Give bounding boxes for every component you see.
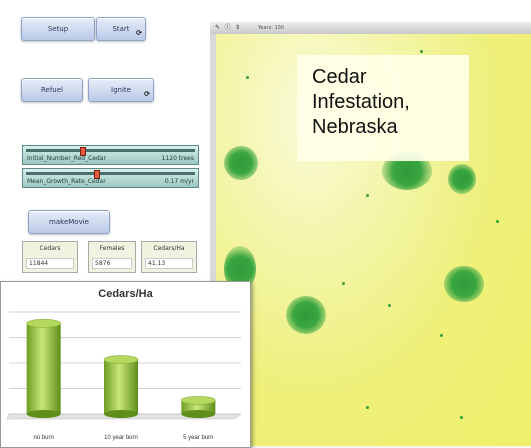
monitor-label: Cedars — [39, 245, 61, 252]
slider-track[interactable] — [26, 172, 195, 175]
monitor-label: Cedars/Ha — [153, 245, 185, 252]
ignite-label: Ignite — [111, 86, 131, 94]
monitor-value: 11844 — [26, 258, 74, 269]
bar-top — [103, 355, 139, 364]
slider-value: 1120 trees — [161, 155, 194, 162]
cedar-seedling — [420, 50, 423, 53]
bar-base — [104, 410, 138, 418]
females-monitor: Females 5876 — [88, 241, 136, 273]
cedar-cluster — [448, 164, 476, 194]
cedar-cluster — [444, 266, 484, 302]
brush-icon[interactable]: ✎ — [214, 24, 221, 31]
bar-base — [181, 410, 216, 418]
arrows-icon[interactable]: ⇕ — [234, 24, 241, 31]
setup-label: Setup — [47, 25, 69, 33]
cedars-per-ha-chart: Cedars/Ha no burn 10 year burn 5 year burn — [0, 281, 251, 448]
slider-label: Initial_Number_Red_Cedar — [27, 155, 106, 162]
start-label: Start — [112, 25, 130, 33]
makemovie-label: makeMovie — [49, 218, 89, 226]
makemovie-button[interactable]: makeMovie — [28, 210, 110, 234]
ignite-button[interactable]: Ignite ⟳ — [88, 78, 154, 102]
initial-number-red-cedar-slider[interactable]: Initial_Number_Red_Cedar 1120 trees — [22, 145, 199, 165]
bar-top — [26, 319, 61, 328]
cedar-cluster — [224, 146, 258, 180]
ticks-counter: Years: 100 — [258, 25, 285, 31]
cedar-cluster — [286, 296, 326, 334]
x-tick-label: 10 year burn — [104, 435, 138, 441]
world-toolbar: ✎ ⓘ ⇕ Years: 100 — [210, 22, 531, 34]
cedars-per-ha-monitor: Cedars/Ha 41.13 — [141, 241, 197, 273]
cedar-seedling — [496, 220, 499, 223]
slider-value: 0.17 m/yr — [164, 178, 194, 185]
setup-button[interactable]: Setup — [21, 17, 95, 41]
slider-label: Mean_Growth_Rate_Cedar — [27, 178, 106, 185]
refuel-button[interactable]: Refuel — [21, 78, 83, 102]
x-tick-label: 5 year burn — [183, 435, 213, 441]
refuel-label: Refuel — [40, 86, 63, 94]
caption-box: Cedar Infestation, Nebraska — [297, 55, 469, 161]
monitor-value: 5876 — [92, 258, 132, 269]
netlogo-interface: Setup Start ⟳ Refuel Ignite ⟳ Initial_Numb… — [0, 0, 531, 448]
bar-10-year-burn — [104, 359, 138, 414]
monitor-value: 41.13 — [145, 258, 193, 269]
forever-icon: ⟳ — [136, 29, 142, 37]
cedar-seedling — [440, 334, 443, 337]
bar-chart-svg: no burn 10 year burn 5 year burn — [6, 311, 242, 441]
start-button[interactable]: Start ⟳ — [96, 17, 146, 41]
caption-line: Nebraska — [312, 116, 398, 138]
cedar-seedling — [342, 282, 345, 285]
caption-line: Infestation, — [312, 91, 410, 113]
cedar-seedling — [460, 416, 463, 419]
cedar-seedling — [366, 406, 369, 409]
slider-track[interactable] — [26, 149, 195, 152]
x-tick-label: no burn — [33, 435, 53, 441]
cedar-seedling — [366, 194, 369, 197]
bar-top — [181, 396, 216, 405]
mean-growth-rate-cedar-slider[interactable]: Mean_Growth_Rate_Cedar 0.17 m/yr — [22, 168, 199, 188]
cedars-monitor: Cedars 11844 — [22, 241, 78, 273]
bar-base — [26, 410, 61, 418]
cedar-seedling — [388, 304, 391, 307]
bar-no-burn — [26, 323, 61, 414]
info-icon[interactable]: ⓘ — [224, 24, 231, 31]
forever-icon: ⟳ — [144, 90, 150, 98]
monitor-label: Females — [99, 245, 125, 252]
caption-line: Cedar — [312, 66, 367, 88]
cedar-seedling — [246, 76, 249, 79]
